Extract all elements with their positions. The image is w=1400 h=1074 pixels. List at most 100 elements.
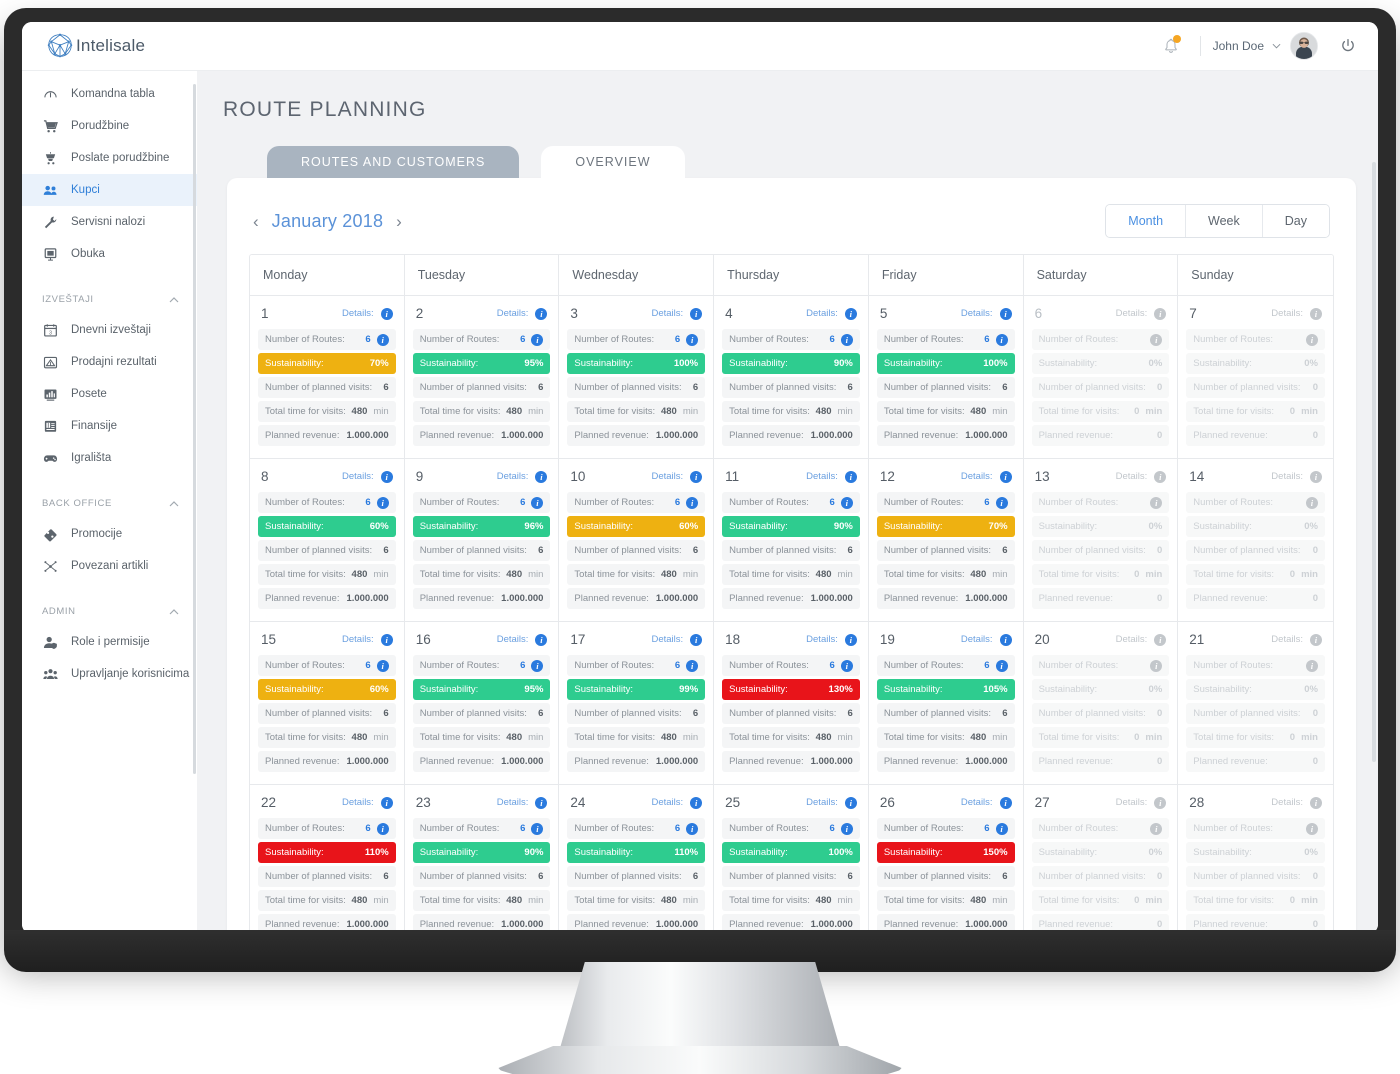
next-month-button[interactable]: › [396,213,402,230]
details-link[interactable]: Details: i [497,307,548,320]
info-icon[interactable]: i [999,633,1012,646]
details-link[interactable]: Details: i [342,796,393,809]
calendar-day-cell[interactable]: 12 Details: i Number of Routes: 6 i Sustainabi… [868,459,1024,622]
info-icon[interactable]: i [380,633,393,646]
chevron-up-icon[interactable] [169,500,179,507]
details-link[interactable]: Details: i [806,796,857,809]
calendar-day-cell[interactable]: 20 Details: i Number of Routes: i Sustainabil… [1023,622,1179,785]
calendar-day-cell[interactable]: 10 Details: i Number of Routes: 6 i Sustainabi… [559,459,715,622]
prev-month-button[interactable]: ‹ [253,213,259,230]
info-icon[interactable]: i [840,333,853,346]
calendar-day-cell[interactable]: 4 Details: i Number of Routes: 6 i Sustainabil… [714,296,869,459]
info-icon[interactable]: i [995,822,1008,835]
info-icon[interactable]: i [376,496,389,509]
brand-logo[interactable]: Intelisale [22,33,145,59]
calendar-day-cell[interactable]: 19 Details: i Number of Routes: 6 i Sustainabi… [868,622,1024,785]
calendar-day-cell[interactable]: 27 Details: i Number of Routes: i Sustainabil… [1023,785,1179,934]
sidebar-item-prodajni-rezultati[interactable]: Prodajni rezultati [22,346,197,378]
sidebar-scrollbar[interactable] [193,84,196,774]
info-icon[interactable]: i [995,659,1008,672]
chevron-up-icon[interactable] [169,608,179,615]
sidebar-item-posete[interactable]: Posete [22,378,197,410]
sidebar-item-obuka[interactable]: Obuka [22,238,197,270]
calendar-day-cell[interactable]: 18 Details: i Number of Routes: 6 i Sustainabi… [714,622,869,785]
calendar-day-cell[interactable]: 14 Details: i Number of Routes: i Sustainabil… [1178,459,1333,622]
details-link[interactable]: Details: i [342,307,393,320]
details-link[interactable]: Details: i [342,633,393,646]
calendar-day-cell[interactable]: 28 Details: i Number of Routes: i Sustainabil… [1178,785,1333,934]
info-icon[interactable]: i [380,796,393,809]
info-icon[interactable]: i [686,822,699,835]
calendar-day-cell[interactable]: 6 Details: i Number of Routes: i Sustainabili… [1023,296,1179,459]
sidebar-group-izve-taji[interactable]: IZVEŠTAJI [22,284,197,314]
info-icon[interactable]: i [995,496,1008,509]
sidebar-item-dnevni-izve-taji[interactable]: 3 Dnevni izveštaji [22,314,197,346]
info-icon[interactable]: i [844,307,857,320]
sidebar-item-kupci[interactable]: Kupci [22,174,197,206]
details-link[interactable]: Details: i [497,470,548,483]
info-icon[interactable]: i [840,496,853,509]
info-icon[interactable]: i [531,822,544,835]
sidebar-group-admin[interactable]: ADMIN [22,596,197,626]
notifications-button[interactable] [1154,31,1188,61]
details-link[interactable]: Details: i [342,470,393,483]
sidebar-item-finansije[interactable]: Finansije [22,410,197,442]
power-icon[interactable] [1340,38,1356,54]
calendar-day-cell[interactable]: 21 Details: i Number of Routes: i Sustainabil… [1178,622,1333,785]
details-link[interactable]: Details: i [961,470,1012,483]
tab-routes-and-customers[interactable]: ROUTES AND CUSTOMERS [267,146,520,178]
sidebar-item-komandna-tabla[interactable]: Komandna tabla [22,78,197,110]
info-icon[interactable]: i [840,659,853,672]
details-link[interactable]: Details: i [806,307,857,320]
details-link[interactable]: Details: i [651,633,703,646]
info-icon[interactable]: i [531,659,544,672]
calendar-day-cell[interactable]: 26 Details: i Number of Routes: 6 i Sustainabi… [868,785,1024,934]
calendar-day-cell[interactable]: 3 Details: i Number of Routes: 6 i Sustainabil… [559,296,715,459]
calendar-day-cell[interactable]: 2 Details: i Number of Routes: 6 i Sustainabil… [404,296,560,459]
info-icon[interactable]: i [376,822,389,835]
info-icon[interactable]: i [376,333,389,346]
info-icon[interactable]: i [844,470,857,483]
sidebar-item-poslate-porud-bine[interactable]: Poslate porudžbine [22,142,197,174]
info-icon[interactable]: i [840,822,853,835]
sidebar-item-promocije[interactable]: Promocije [22,518,197,550]
calendar-day-cell[interactable]: 15 Details: i Number of Routes: 6 i Sustainabi… [250,622,405,785]
details-link[interactable]: Details: i [497,633,548,646]
info-icon[interactable]: i [380,470,393,483]
sidebar-item-igrali-ta[interactable]: Igrališta [22,442,197,474]
info-icon[interactable]: i [535,796,548,809]
info-icon[interactable]: i [686,333,699,346]
calendar-day-cell[interactable]: 8 Details: i Number of Routes: 6 i Sustainabil… [250,459,405,622]
info-icon[interactable]: i [376,659,389,672]
view-month-button[interactable]: Month [1106,205,1187,237]
sidebar-item-role-i-permisije[interactable]: Role i permisije [22,626,197,658]
view-day-button[interactable]: Day [1262,205,1329,237]
info-icon[interactable]: i [995,333,1008,346]
details-link[interactable]: Details: i [497,796,548,809]
sidebar-item-upravljanje-korisnicima[interactable]: Upravljanje korisnicima [22,658,197,690]
sidebar-group-back-office[interactable]: BACK OFFICE [22,488,197,518]
info-icon[interactable]: i [690,796,703,809]
calendar-day-cell[interactable]: 1 Details: i Number of Routes: 6 i Sustainabil… [250,296,405,459]
calendar-day-cell[interactable]: 23 Details: i Number of Routes: 6 i Sustainabi… [404,785,560,934]
details-link[interactable]: Details: i [961,633,1012,646]
info-icon[interactable]: i [535,307,548,320]
calendar-day-cell[interactable]: 25 Details: i Number of Routes: 6 i Sustainabi… [714,785,869,934]
sidebar-item-porud-bine[interactable]: Porudžbine [22,110,197,142]
info-icon[interactable]: i [531,496,544,509]
calendar-day-cell[interactable]: 7 Details: i Number of Routes: i Sustainabili… [1178,296,1333,459]
details-link[interactable]: Details: i [806,633,857,646]
info-icon[interactable]: i [690,470,703,483]
details-link[interactable]: Details: i [651,307,703,320]
main-scrollbar[interactable] [1372,162,1376,762]
info-icon[interactable]: i [690,307,703,320]
chevron-down-icon[interactable] [1272,43,1281,49]
info-icon[interactable]: i [999,470,1012,483]
details-link[interactable]: Details: i [806,470,857,483]
calendar-day-cell[interactable]: 11 Details: i Number of Routes: 6 i Sustainabi… [714,459,869,622]
info-icon[interactable]: i [535,633,548,646]
info-icon[interactable]: i [686,496,699,509]
sidebar-item-servisni-nalozi[interactable]: Servisni nalozi [22,206,197,238]
calendar-day-cell[interactable]: 17 Details: i Number of Routes: 6 i Sustainabi… [559,622,715,785]
info-icon[interactable]: i [531,333,544,346]
